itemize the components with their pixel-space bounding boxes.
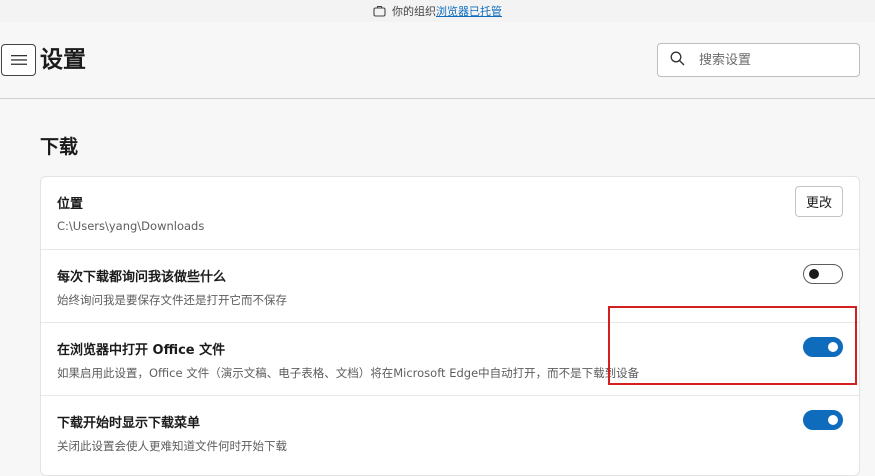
managed-browser-link[interactable]: 浏览器已托管 (436, 3, 502, 19)
setting-description: 关闭此设置会使人更难知道文件何时开始下载 (57, 439, 287, 453)
show-downloads-menu-toggle[interactable] (803, 410, 843, 430)
downloads-settings-card: 位置 C:\Users\yang\Downloads 更改 每次下载都询问我该做… (40, 176, 860, 476)
menu-button[interactable] (1, 44, 36, 76)
toggle-knob (828, 342, 838, 352)
search-input[interactable] (697, 51, 837, 69)
setting-row-open-office-files: 在浏览器中打开 Office 文件 如果启用此设置，Office 文件（演示文稿… (41, 323, 859, 396)
page-title: 设置 (40, 47, 86, 73)
setting-title: 每次下载都询问我该做些什么 (57, 270, 227, 285)
change-location-button[interactable]: 更改 (795, 186, 843, 217)
ask-each-download-toggle[interactable] (803, 264, 843, 284)
briefcase-icon (373, 5, 386, 17)
section-title-downloads: 下载 (40, 136, 79, 158)
hamburger-menu-icon (10, 51, 27, 70)
settings-header: 设置 (0, 22, 875, 99)
setting-title: 下载开始时显示下载菜单 (57, 416, 201, 431)
setting-description: 始终询问我是要保存文件还是打开它而不保存 (57, 293, 287, 307)
banner-text: 你的组织 (392, 5, 436, 18)
setting-row-location: 位置 C:\Users\yang\Downloads 更改 (41, 177, 859, 250)
toggle-knob (809, 269, 819, 279)
setting-row-ask-each-download: 每次下载都询问我该做些什么 始终询问我是要保存文件还是打开它而不保存 (41, 250, 859, 323)
setting-title: 位置 (57, 197, 84, 212)
setting-description: C:\Users\yang\Downloads (57, 219, 205, 233)
open-office-files-toggle[interactable] (803, 337, 843, 357)
search-box[interactable] (657, 43, 860, 77)
managed-browser-banner: 你的组织 浏览器已托管 (0, 0, 875, 22)
setting-row-show-downloads-menu: 下载开始时显示下载菜单 关闭此设置会使人更难知道文件何时开始下载 (41, 396, 859, 476)
search-icon (670, 51, 685, 70)
setting-title: 在浏览器中打开 Office 文件 (57, 343, 226, 358)
setting-description: 如果启用此设置，Office 文件（演示文稿、电子表格、文档）将在Microso… (57, 366, 640, 380)
toggle-knob (828, 415, 838, 425)
